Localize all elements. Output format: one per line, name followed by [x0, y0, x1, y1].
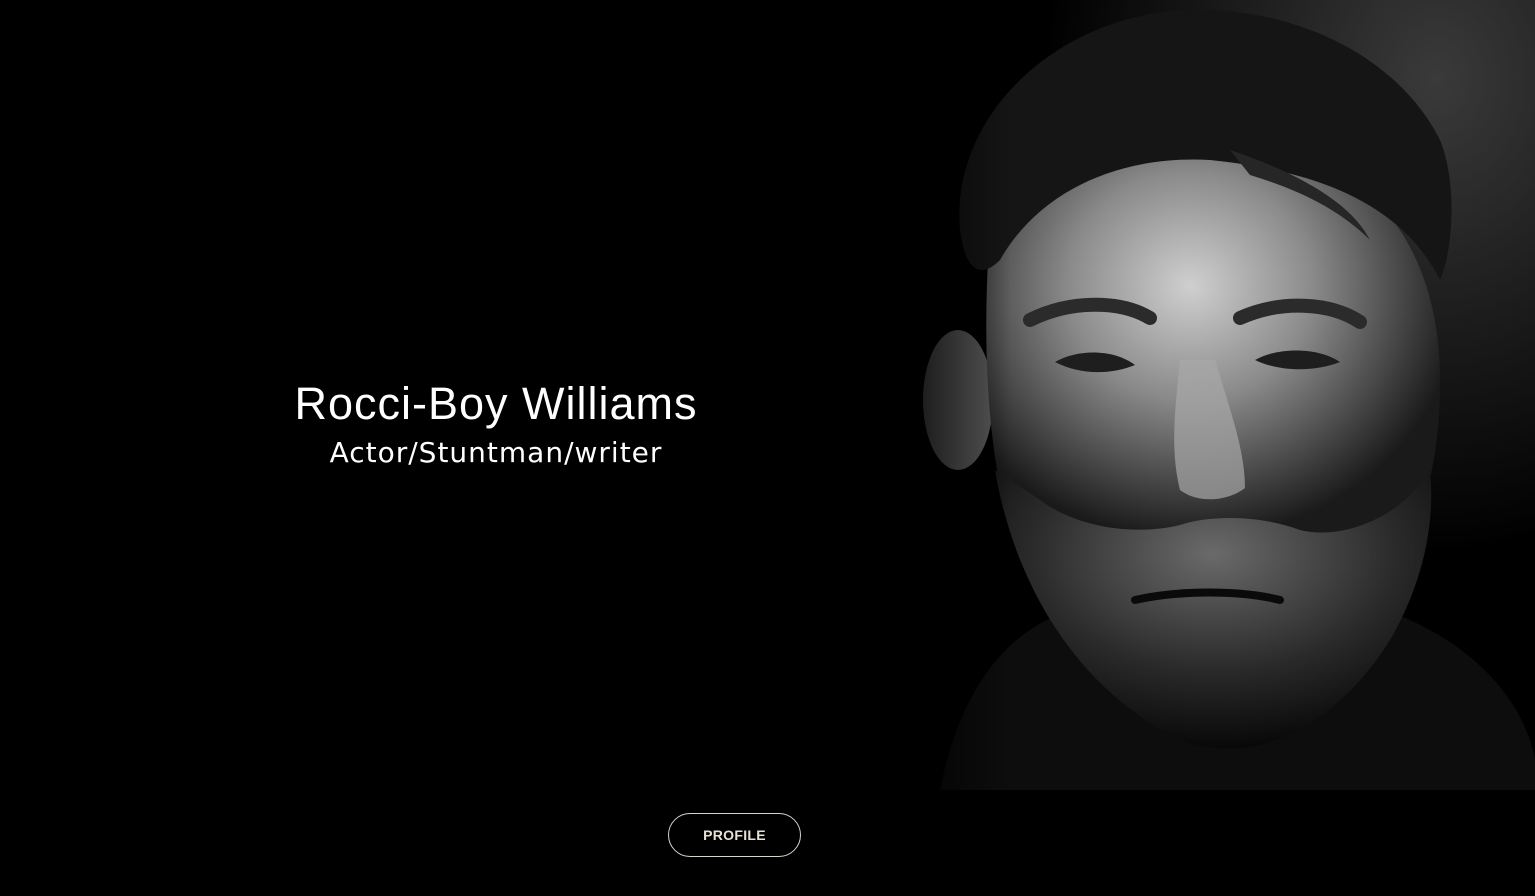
page: Rocci-Boy Williams Actor/Stuntman/writer… [0, 0, 1535, 896]
hero-title-block: Rocci-Boy Williams Actor/Stuntman/writer [0, 378, 992, 469]
person-tagline: Actor/Stuntman/writer [329, 435, 663, 469]
profile-button[interactable]: PROFILE [668, 813, 801, 857]
person-name: Rocci-Boy Williams [294, 378, 698, 429]
